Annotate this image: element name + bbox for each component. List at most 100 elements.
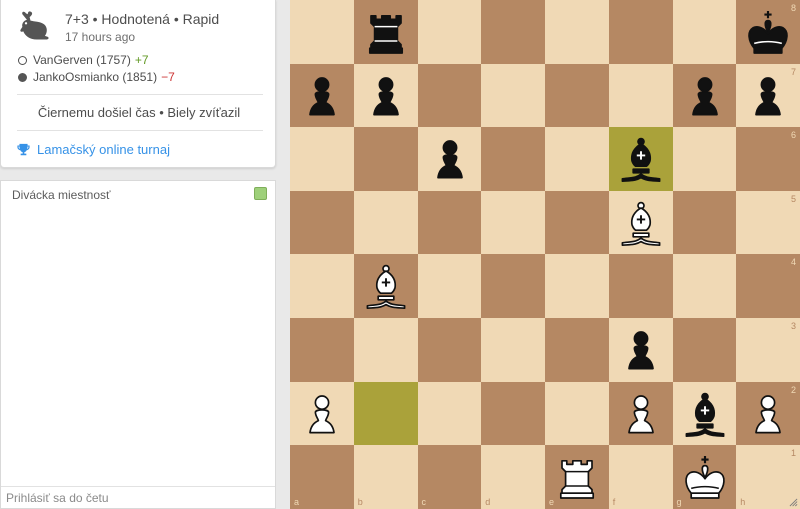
square-c7[interactable] — [417, 63, 482, 128]
black-pawn-icon[interactable] — [359, 69, 413, 123]
black-rook-icon[interactable] — [359, 5, 413, 59]
white-bishop-icon[interactable] — [359, 259, 413, 313]
square-c5[interactable] — [417, 190, 482, 255]
square-e7[interactable] — [545, 63, 609, 128]
square-d5[interactable] — [481, 190, 545, 255]
square-d2[interactable] — [481, 381, 545, 446]
square-c3[interactable] — [417, 317, 482, 382]
square-c2[interactable] — [417, 381, 482, 446]
file-label: h — [740, 496, 746, 507]
black-bishop-icon[interactable] — [678, 387, 732, 441]
square-g4[interactable] — [672, 254, 737, 318]
rank-label: 8 — [790, 3, 796, 13]
white-rook-icon[interactable] — [550, 450, 604, 504]
square-b4[interactable] — [353, 254, 418, 318]
square-d4[interactable] — [481, 254, 545, 318]
square-f5[interactable] — [608, 190, 673, 255]
square-h3[interactable]: 3 — [736, 317, 800, 382]
square-h6[interactable]: 6 — [736, 127, 800, 191]
square-d6[interactable] — [481, 127, 545, 191]
square-a4[interactable] — [290, 254, 354, 318]
black-pawn-icon[interactable] — [295, 69, 349, 123]
square-c6[interactable] — [417, 127, 482, 191]
square-a3[interactable] — [290, 317, 354, 382]
square-b1[interactable]: b — [353, 445, 418, 509]
square-c8[interactable] — [417, 0, 482, 64]
square-b6[interactable] — [353, 127, 418, 191]
square-b7[interactable] — [353, 63, 418, 128]
white-pawn-icon[interactable] — [741, 387, 795, 441]
square-d3[interactable] — [481, 317, 545, 382]
tournament-link[interactable]: Lamačský online turnaj — [17, 142, 170, 157]
white-player[interactable]: VanGerven (1757) +7 — [18, 53, 149, 67]
square-f6[interactable] — [608, 127, 673, 191]
chess-board[interactable]: 8 7 6 5 4 3 2 ab cd e f g h 1 — [290, 0, 800, 509]
board-resize-handle-icon[interactable] — [789, 498, 798, 507]
divider — [17, 94, 263, 95]
square-g2[interactable] — [672, 381, 737, 446]
square-f3[interactable] — [608, 317, 673, 382]
square-e3[interactable] — [545, 317, 609, 382]
black-pawn-icon[interactable] — [741, 69, 795, 123]
rank-label: 7 — [790, 66, 796, 77]
square-f2[interactable] — [608, 381, 673, 446]
square-f1[interactable]: f — [608, 445, 673, 509]
square-d1[interactable]: d — [481, 445, 545, 509]
square-h1[interactable]: h1 — [736, 445, 800, 509]
square-g1[interactable]: g — [672, 445, 737, 509]
square-c4[interactable] — [417, 254, 482, 318]
black-player-name[interactable]: JankoOsmianko (1851) — [33, 70, 157, 84]
square-a8[interactable] — [290, 0, 354, 64]
square-e1[interactable]: e — [545, 445, 609, 509]
square-a5[interactable] — [290, 190, 354, 255]
white-player-name[interactable]: VanGerven (1757) — [33, 53, 131, 67]
square-e8[interactable] — [545, 0, 609, 64]
square-g7[interactable] — [672, 63, 737, 128]
file-label: f — [612, 496, 616, 507]
square-a1[interactable]: a — [290, 445, 354, 509]
square-e6[interactable] — [545, 127, 609, 191]
chat-input[interactable]: Prihlásiť sa do četu — [1, 486, 275, 508]
square-b3[interactable] — [353, 317, 418, 382]
white-color-icon — [18, 55, 27, 65]
square-a2[interactable] — [290, 381, 354, 446]
square-g6[interactable] — [672, 127, 737, 191]
square-e4[interactable] — [545, 254, 609, 318]
square-g5[interactable] — [672, 190, 737, 255]
white-king-icon[interactable] — [678, 450, 732, 504]
square-a7[interactable] — [290, 63, 354, 128]
square-d8[interactable] — [481, 0, 545, 64]
chat-toggle-checkbox[interactable] — [254, 187, 267, 200]
square-h4[interactable]: 4 — [736, 254, 800, 318]
white-pawn-icon[interactable] — [295, 387, 349, 441]
square-e2[interactable] — [545, 381, 609, 446]
black-king-icon[interactable] — [741, 5, 795, 59]
square-b8[interactable] — [353, 0, 418, 64]
square-f7[interactable] — [608, 63, 673, 128]
square-b2[interactable] — [353, 381, 418, 446]
black-bishop-icon[interactable] — [614, 132, 668, 186]
black-pawn-icon[interactable] — [678, 69, 732, 123]
white-bishop-icon[interactable] — [614, 196, 668, 250]
square-b5[interactable] — [353, 190, 418, 255]
game-info-panel: 7+3 • Hodnotená • Rapid 17 hours ago Van… — [0, 0, 276, 168]
black-rating-diff: −7 — [161, 70, 175, 84]
square-c1[interactable]: c — [417, 445, 482, 509]
black-pawn-icon[interactable] — [423, 132, 477, 186]
square-h8[interactable]: 8 — [736, 0, 800, 64]
file-label: b — [357, 496, 363, 507]
square-h7[interactable]: 7 — [736, 63, 800, 128]
tournament-name[interactable]: Lamačský online turnaj — [37, 142, 170, 157]
square-g3[interactable] — [672, 317, 737, 382]
white-pawn-icon[interactable] — [614, 387, 668, 441]
square-f8[interactable] — [608, 0, 673, 64]
square-e5[interactable] — [545, 190, 609, 255]
black-player[interactable]: JankoOsmianko (1851) −7 — [18, 70, 175, 84]
square-d7[interactable] — [481, 63, 545, 128]
black-pawn-icon[interactable] — [614, 323, 668, 377]
square-h2[interactable]: 2 — [736, 381, 800, 446]
square-g8[interactable] — [672, 0, 737, 64]
square-a6[interactable] — [290, 127, 354, 191]
square-h5[interactable]: 5 — [736, 190, 800, 255]
square-f4[interactable] — [608, 254, 673, 318]
